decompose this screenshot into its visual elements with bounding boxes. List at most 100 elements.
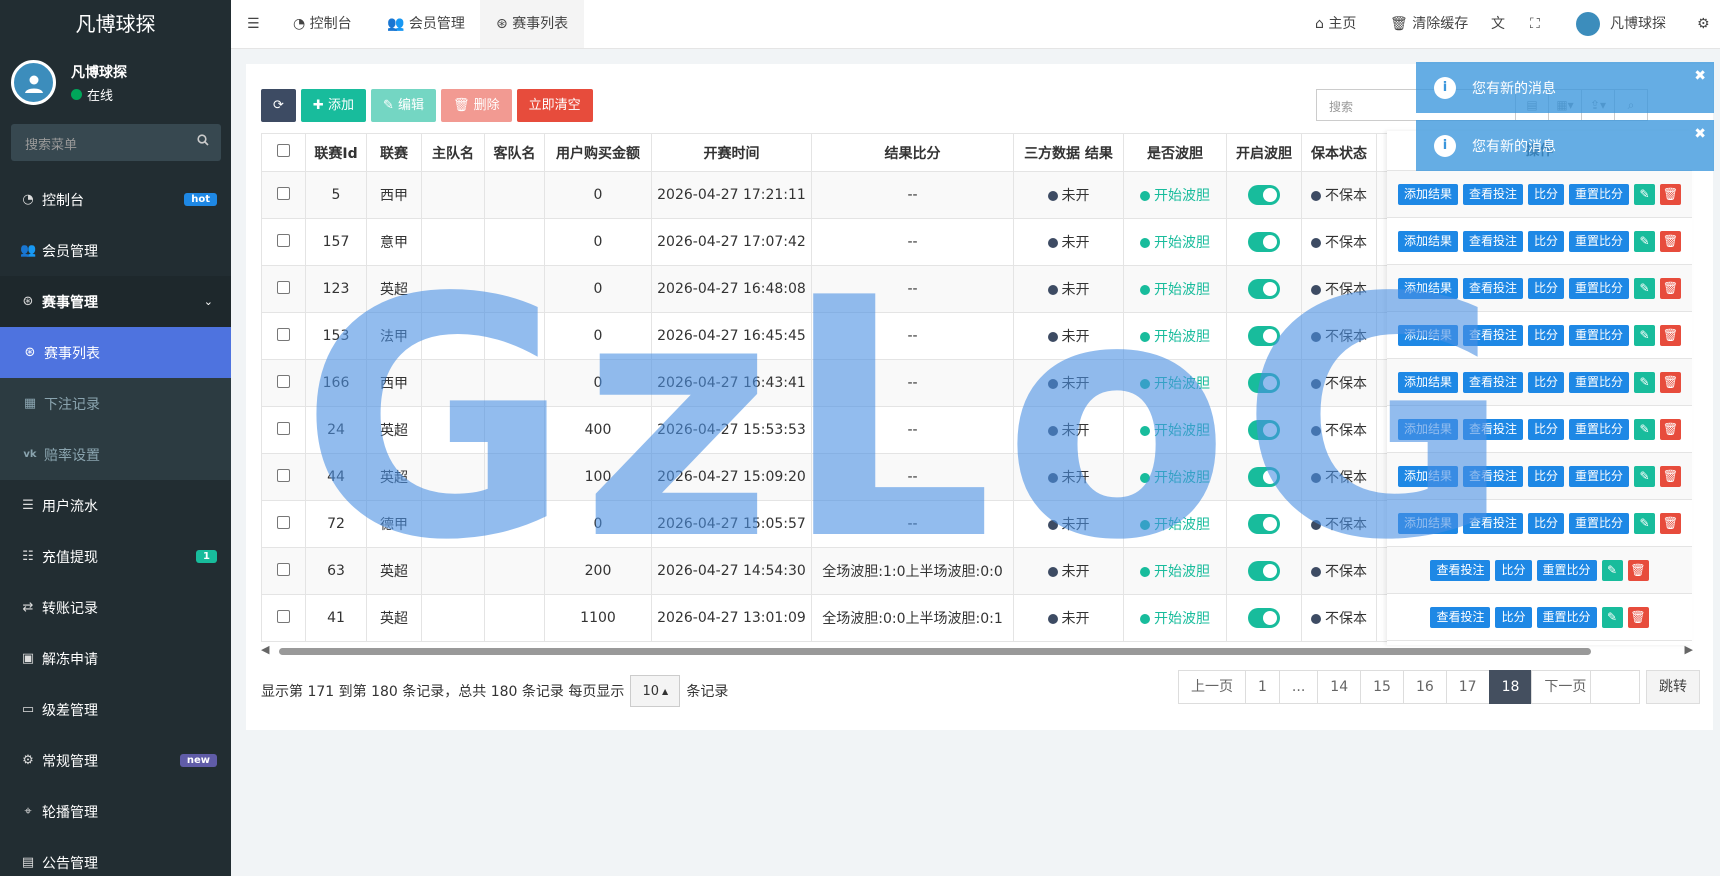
row-checkbox[interactable] [277, 421, 290, 435]
bodan-toggle[interactable] [1248, 514, 1280, 534]
add-button[interactable]: ✚ 添加 [300, 89, 366, 122]
close-icon[interactable]: ✖ [1694, 68, 1706, 84]
sidebar-item-deposit-withdraw[interactable]: ☷ 充值提现 1 [0, 531, 231, 582]
edit-pencil-icon[interactable]: ✎ [1634, 465, 1656, 487]
reset-score-button[interactable]: 重置比分 [1536, 606, 1597, 628]
sidebar-item-odds-settings[interactable]: vk 赔率设置 [0, 429, 231, 480]
menu-toggle-icon[interactable]: ☰ [247, 0, 260, 48]
view-bets-button[interactable]: 查看投注 [1462, 371, 1523, 393]
page-size-select[interactable]: 10 ▲ [630, 675, 681, 707]
col-start-time[interactable]: 开赛时间 [651, 133, 812, 172]
sidebar-item-match-management[interactable]: ⊛ 赛事管理 ⌄ [0, 276, 231, 327]
prev-page-button[interactable]: 上一页 [1178, 670, 1246, 704]
edit-pencil-icon[interactable]: ✎ [1634, 277, 1656, 299]
cell-is-bodan[interactable]: 开始波胆 [1123, 265, 1227, 313]
edit-pencil-icon[interactable]: ✎ [1634, 418, 1656, 440]
add-result-button[interactable]: 添加结果 [1397, 418, 1458, 440]
page-button[interactable]: 14 [1317, 670, 1362, 704]
row-checkbox[interactable] [277, 515, 290, 529]
reset-score-button[interactable]: 重置比分 [1569, 512, 1630, 534]
delete-trash-icon[interactable]: 🗑 [1660, 512, 1682, 534]
delete-trash-icon[interactable]: 🗑 [1627, 606, 1649, 628]
delete-trash-icon[interactable]: 🗑 [1660, 183, 1682, 205]
sidebar-item-user-flow[interactable]: ☰ 用户流水 [0, 480, 231, 531]
page-button[interactable]: 16 [1402, 670, 1447, 704]
col-third-party[interactable]: 三方数据 结果 [1013, 133, 1124, 172]
bodan-toggle[interactable] [1248, 232, 1280, 252]
edit-pencil-icon[interactable]: ✎ [1634, 371, 1656, 393]
col-away-team[interactable]: 客队名 [484, 133, 545, 172]
bodan-toggle[interactable] [1248, 279, 1280, 299]
delete-trash-icon[interactable]: 🗑 [1660, 230, 1682, 252]
page-button[interactable]: 15 [1360, 670, 1404, 704]
cell-is-bodan[interactable]: 开始波胆 [1123, 406, 1227, 454]
row-checkbox[interactable] [277, 327, 290, 341]
sidebar-item-bet-records[interactable]: ▦ 下注记录 [0, 378, 231, 429]
view-bets-button[interactable]: 查看投注 [1430, 606, 1491, 628]
score-button[interactable]: 比分 [1495, 559, 1532, 581]
cell-is-bodan[interactable]: 开始波胆 [1123, 594, 1227, 642]
delete-trash-icon[interactable]: 🗑 [1660, 277, 1682, 299]
view-bets-button[interactable]: 查看投注 [1462, 418, 1523, 440]
score-button[interactable]: 比分 [1528, 324, 1565, 346]
jump-page-input[interactable] [1590, 670, 1640, 704]
edit-pencil-icon[interactable]: ✎ [1634, 183, 1656, 205]
menu-search-input[interactable]: 搜索菜单 [11, 124, 221, 161]
delete-trash-icon[interactable]: 🗑 [1660, 324, 1682, 346]
tab-match-list[interactable]: ⊛ 赛事列表 [480, 0, 585, 48]
add-result-button[interactable]: 添加结果 [1397, 183, 1458, 205]
language-icon[interactable]: 文 [1491, 0, 1505, 48]
row-checkbox[interactable] [277, 233, 290, 247]
bodan-toggle[interactable] [1248, 326, 1280, 346]
delete-trash-icon[interactable]: 🗑 [1660, 465, 1682, 487]
col-home-team[interactable]: 主队名 [421, 133, 485, 172]
sidebar-item-level-diff[interactable]: ▭ 级差管理 [0, 684, 231, 735]
tab-members[interactable]: 👥 会员管理 [371, 0, 481, 48]
reset-score-button[interactable]: 重置比分 [1569, 324, 1630, 346]
sidebar-item-members[interactable]: 👥 会员管理 [0, 225, 231, 276]
col-amount[interactable]: 用户购买金额 [544, 133, 652, 172]
col-league-id[interactable]: 联赛Id [305, 133, 367, 172]
sidebar-item-dashboard[interactable]: ◔ 控制台 hot [0, 174, 231, 225]
bodan-toggle[interactable] [1248, 561, 1280, 581]
col-league[interactable]: 联赛 [366, 133, 422, 172]
clear-cache-button[interactable]: 🗑 清除缓存 [1390, 0, 1468, 48]
delete-trash-icon[interactable]: 🗑 [1660, 418, 1682, 440]
close-icon[interactable]: ✖ [1694, 126, 1706, 142]
row-checkbox[interactable] [277, 186, 290, 200]
view-bets-button[interactable]: 查看投注 [1462, 324, 1523, 346]
reset-score-button[interactable]: 重置比分 [1569, 418, 1630, 440]
score-button[interactable]: 比分 [1528, 183, 1565, 205]
col-enable-bodan[interactable]: 开启波胆 [1226, 133, 1302, 172]
edit-pencil-icon[interactable]: ✎ [1634, 324, 1656, 346]
reset-score-button[interactable]: 重置比分 [1569, 230, 1630, 252]
cell-is-bodan[interactable]: 开始波胆 [1123, 218, 1227, 266]
score-button[interactable]: 比分 [1528, 465, 1565, 487]
cell-is-bodan[interactable]: 开始波胆 [1123, 453, 1227, 501]
reset-score-button[interactable]: 重置比分 [1569, 371, 1630, 393]
sidebar-item-general[interactable]: ⚙ 常规管理 new [0, 735, 231, 786]
score-button[interactable]: 比分 [1528, 418, 1565, 440]
view-bets-button[interactable]: 查看投注 [1462, 183, 1523, 205]
row-checkbox[interactable] [277, 609, 290, 623]
reset-score-button[interactable]: 重置比分 [1536, 559, 1597, 581]
bodan-toggle[interactable] [1248, 467, 1280, 487]
scrollbar-thumb[interactable] [279, 648, 1591, 655]
col-is-bodan[interactable]: 是否波胆 [1123, 133, 1227, 172]
reset-score-button[interactable]: 重置比分 [1569, 277, 1630, 299]
add-result-button[interactable]: 添加结果 [1397, 512, 1458, 534]
sidebar-item-transfer-records[interactable]: ⇄ 转账记录 [0, 582, 231, 633]
score-button[interactable]: 比分 [1528, 512, 1565, 534]
view-bets-button[interactable]: 查看投注 [1462, 465, 1523, 487]
view-bets-button[interactable]: 查看投注 [1430, 559, 1491, 581]
edit-pencil-icon[interactable]: ✎ [1634, 230, 1656, 252]
delete-trash-icon[interactable]: 🗑 [1660, 371, 1682, 393]
sidebar-item-match-list[interactable]: ⊛ 赛事列表 [0, 327, 231, 378]
add-result-button[interactable]: 添加结果 [1397, 371, 1458, 393]
sidebar-item-unfreeze[interactable]: ▣ 解冻申请 [0, 633, 231, 684]
row-checkbox[interactable] [277, 280, 290, 294]
add-result-button[interactable]: 添加结果 [1397, 277, 1458, 299]
horizontal-scrollbar[interactable]: ◀ ▶ [261, 643, 1693, 657]
select-all-checkbox[interactable] [277, 144, 290, 157]
cell-is-bodan[interactable]: 开始波胆 [1123, 547, 1227, 595]
